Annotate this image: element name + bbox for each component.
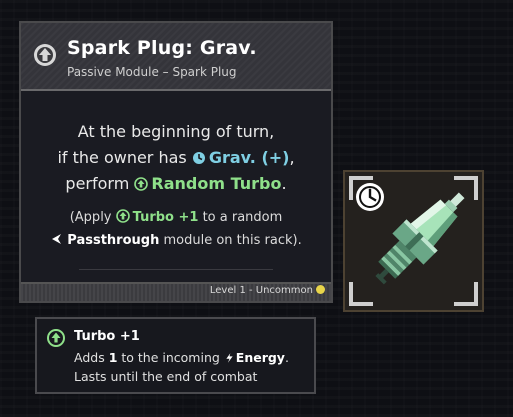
card-title: Spark Plug: Grav.: [67, 37, 257, 59]
passthrough-keyword[interactable]: Passthrough: [50, 233, 159, 248]
card-note: (Apply Turbo +1 to a random Passthrough …: [21, 206, 331, 252]
passthrough-icon: [52, 234, 62, 244]
turbo-arrow-icon: [134, 177, 149, 191]
card-footer: Level 1 - Uncommon: [21, 282, 331, 301]
card-header: Spark Plug: Grav. Passive Module – Spark…: [21, 23, 331, 91]
frame-corner: [454, 176, 478, 200]
desc-line-2: if the owner has Grav. (+),: [57, 148, 295, 167]
clock-small-icon: [192, 152, 205, 164]
keyword-tooltip: Turbo +1 Adds 1 to the incoming Energy. …: [35, 317, 316, 394]
card-description: At the beginning of turn, if the owner h…: [21, 119, 331, 197]
turbo-arrow-icon: [115, 209, 130, 223]
turbo-keyword[interactable]: Turbo +1: [115, 209, 198, 225]
note-line-1: (Apply Turbo +1 to a random: [69, 209, 283, 225]
tooltip-line-2: Lasts until the end of combat: [74, 369, 258, 384]
frame-corner: [454, 282, 478, 306]
card-subtitle: Passive Module – Spark Plug: [67, 65, 237, 79]
frame-corner: [349, 282, 373, 306]
clock-icon: [356, 183, 384, 211]
note-line-2: Passthrough module on this rack).: [21, 229, 331, 252]
turbo-arrow-icon: [47, 329, 65, 347]
rarity-label: Level 1 - Uncommon: [210, 285, 325, 296]
item-slot[interactable]: [343, 170, 484, 312]
desc-line-3: perform Random Turbo.: [65, 174, 287, 193]
divider: [79, 269, 273, 270]
uncommon-dot-icon: [316, 285, 325, 294]
desc-line-1: At the beginning of turn,: [77, 122, 275, 141]
grav-keyword[interactable]: Grav. (+): [192, 148, 289, 167]
random-turbo-keyword[interactable]: Random Turbo: [134, 174, 281, 193]
energy-keyword: Energy: [224, 350, 285, 365]
up-arrow-circle-icon: [34, 44, 56, 66]
tooltip-line-1: Adds 1 to the incoming Energy.: [74, 350, 289, 365]
module-card: Spark Plug: Grav. Passive Module – Spark…: [19, 21, 333, 303]
lightning-icon: [226, 353, 233, 363]
tooltip-title: Turbo +1: [74, 329, 140, 344]
